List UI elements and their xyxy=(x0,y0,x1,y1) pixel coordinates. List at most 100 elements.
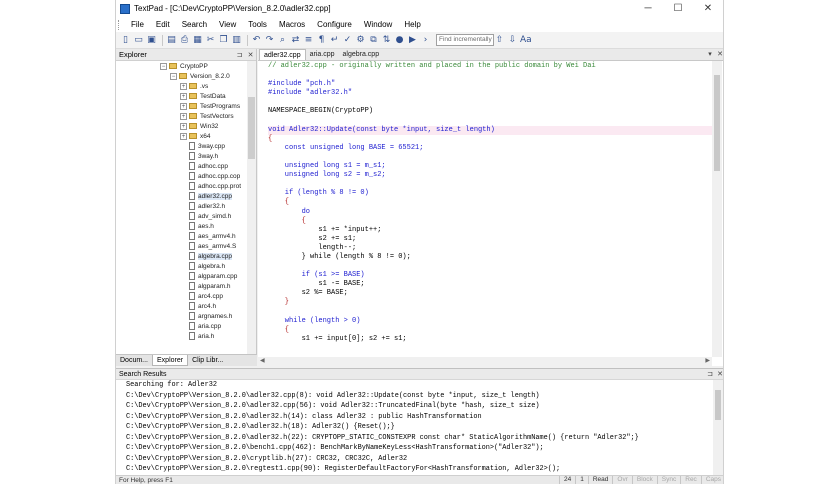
status-read[interactable]: Read xyxy=(587,475,613,484)
expand-toggle-icon[interactable]: + xyxy=(180,82,187,90)
tree-item[interactable]: arc4.cpp xyxy=(116,291,247,301)
tree-item[interactable]: adhoc.cpp xyxy=(116,161,247,171)
tree-item[interactable]: + .vs xyxy=(116,81,247,91)
find-icon[interactable]: ⌕ xyxy=(277,35,288,46)
menu-search[interactable]: Search xyxy=(176,20,213,29)
status-caps[interactable]: Caps xyxy=(700,475,723,484)
tree-item[interactable]: − CryptoPP xyxy=(116,61,247,71)
redo-icon[interactable]: ↷ xyxy=(264,35,275,46)
tab-aria-cpp[interactable]: aria.cpp xyxy=(306,49,339,60)
close-button[interactable]: ✕ xyxy=(693,3,723,14)
menu-view[interactable]: View xyxy=(213,20,242,29)
explorer-tab[interactable]: Docum... xyxy=(116,355,152,366)
expand-toggle-icon[interactable]: + xyxy=(180,102,187,110)
new-file-icon[interactable]: ▯ xyxy=(120,35,131,46)
menu-edit[interactable]: Edit xyxy=(150,20,176,29)
status-block[interactable]: Block xyxy=(631,475,657,484)
search-result-line[interactable]: C:\Dev\CryptoPP\Version_8.2.0\adler32.h(… xyxy=(126,433,713,444)
results-scrollbar[interactable] xyxy=(713,380,723,476)
results-scrollbar-thumb[interactable] xyxy=(715,390,721,420)
tab-algebra-cpp[interactable]: algebra.cpp xyxy=(339,49,384,60)
expand-toggle-icon[interactable]: + xyxy=(180,112,187,120)
cut-icon[interactable]: ✂ xyxy=(205,35,216,46)
find-down-icon[interactable]: ⇩ xyxy=(507,35,518,46)
status-ovr[interactable]: Ovr xyxy=(612,475,631,484)
find-up-icon[interactable]: ⇧ xyxy=(494,35,505,46)
next-icon[interactable]: › xyxy=(420,35,431,46)
tab-adler32-cpp[interactable]: adler32.cpp xyxy=(259,49,306,60)
tree-item[interactable]: algparam.cpp xyxy=(116,271,247,281)
editor-horizontal-scrollbar[interactable]: ◀ ▶ xyxy=(258,357,712,366)
tree-item[interactable]: adhoc.cpp.cop xyxy=(116,171,247,181)
textpad-app-icon[interactable] xyxy=(120,3,130,14)
minimize-button[interactable]: ─ xyxy=(633,3,663,14)
expand-toggle-icon[interactable]: + xyxy=(180,122,187,130)
indent-icon[interactable]: ≡ xyxy=(303,35,314,46)
tree-item[interactable]: aes_armv4.h xyxy=(116,231,247,241)
sort-icon[interactable]: ⇅ xyxy=(381,35,392,46)
replace-icon[interactable]: ⇄ xyxy=(290,35,301,46)
pin-icon[interactable]: ⊐ xyxy=(705,370,715,378)
menu-configure[interactable]: Configure xyxy=(311,20,358,29)
expand-toggle-icon[interactable]: + xyxy=(180,132,187,140)
tree-item[interactable]: adhoc.cpp.prot xyxy=(116,181,247,191)
expand-toggle-icon[interactable]: + xyxy=(180,92,187,100)
tree-item[interactable]: algparam.h xyxy=(116,281,247,291)
menu-help[interactable]: Help xyxy=(398,20,426,29)
tree-item[interactable]: + x64 xyxy=(116,131,247,141)
spell-icon[interactable]: ✓ xyxy=(342,35,353,46)
save-all-icon[interactable]: ▤ xyxy=(166,35,177,46)
editor-vertical-scrollbar[interactable] xyxy=(712,61,722,357)
menu-window[interactable]: Window xyxy=(358,20,398,29)
word-wrap-icon[interactable]: ↵ xyxy=(329,35,340,46)
tree-scrollbar-thumb[interactable] xyxy=(248,97,255,159)
code-editor[interactable]: // adler32.cpp - originally written and … xyxy=(258,61,712,357)
match-case-icon[interactable]: Aa xyxy=(520,35,532,46)
search-result-line[interactable]: C:\Dev\CryptoPP\Version_8.2.0\adler32.cp… xyxy=(126,401,713,412)
print-icon[interactable]: ⎙ xyxy=(179,35,190,46)
menu-tools[interactable]: Tools xyxy=(242,20,273,29)
find-incrementally-input[interactable]: Find incrementally xyxy=(436,34,494,46)
play-icon[interactable]: ▶ xyxy=(407,35,418,46)
compare-icon[interactable]: ⧉ xyxy=(368,35,379,46)
tree-scrollbar[interactable] xyxy=(247,61,256,354)
copy-icon[interactable]: ❐ xyxy=(218,35,229,46)
explorer-tab[interactable]: Explorer xyxy=(152,355,189,366)
menu-file[interactable]: File xyxy=(125,20,150,29)
search-result-line[interactable]: C:\Dev\CryptoPP\Version_8.2.0\cryptlib.h… xyxy=(126,454,713,465)
maximize-button[interactable]: ☐ xyxy=(663,3,693,14)
scroll-right-icon[interactable]: ▶ xyxy=(705,357,710,364)
tree-item[interactable]: adv_simd.h xyxy=(116,211,247,221)
menu-macros[interactable]: Macros xyxy=(273,20,311,29)
search-result-line[interactable]: C:\Dev\CryptoPP\Version_8.2.0\adler32.h(… xyxy=(126,412,713,423)
expand-toggle-icon[interactable]: − xyxy=(160,62,167,70)
tree-item[interactable]: argnames.h xyxy=(116,311,247,321)
status-rec[interactable]: Rec xyxy=(680,475,701,484)
search-results-list[interactable]: Searching for: Adler32 C:\Dev\CryptoPP\Ve… xyxy=(116,380,713,476)
tree-item[interactable]: aes.h xyxy=(116,221,247,231)
tools-icon[interactable]: ⚙ xyxy=(355,35,366,46)
tree-item[interactable]: adler32.h xyxy=(116,201,247,211)
tree-item[interactable]: algebra.h xyxy=(116,261,247,271)
chevron-down-icon[interactable]: ▾ xyxy=(705,49,715,60)
close-icon[interactable]: ✕ xyxy=(245,51,256,59)
paragraph-icon[interactable]: ¶ xyxy=(316,35,327,46)
save-icon[interactable]: ▣ xyxy=(146,35,157,46)
search-result-line[interactable]: C:\Dev\CryptoPP\Version_8.2.0\adler32.cp… xyxy=(126,391,713,402)
scroll-left-icon[interactable]: ◀ xyxy=(260,357,265,364)
close-icon[interactable]: ✕ xyxy=(715,49,723,60)
search-result-line[interactable]: C:\Dev\CryptoPP\Version_8.2.0\adler32.h(… xyxy=(126,422,713,433)
tree-item[interactable]: 3way.cpp xyxy=(116,141,247,151)
paste-icon[interactable]: ▥ xyxy=(231,35,242,46)
search-result-line[interactable]: C:\Dev\CryptoPP\Version_8.2.0\bench1.cpp… xyxy=(126,443,713,454)
tree-item[interactable]: aria.cpp xyxy=(116,321,247,331)
status-sync[interactable]: Sync xyxy=(656,475,680,484)
expand-toggle-icon[interactable]: − xyxy=(170,72,177,80)
undo-icon[interactable]: ↶ xyxy=(251,35,262,46)
tree-item[interactable]: arc4.h xyxy=(116,301,247,311)
menu-grip[interactable] xyxy=(118,19,121,30)
tree-item[interactable]: aes_armv4.S xyxy=(116,241,247,251)
tree-item[interactable]: − Version_8.2.0 xyxy=(116,71,247,81)
tree-item[interactable]: aria.h xyxy=(116,331,247,341)
tree-item[interactable]: + TestPrograms xyxy=(116,101,247,111)
